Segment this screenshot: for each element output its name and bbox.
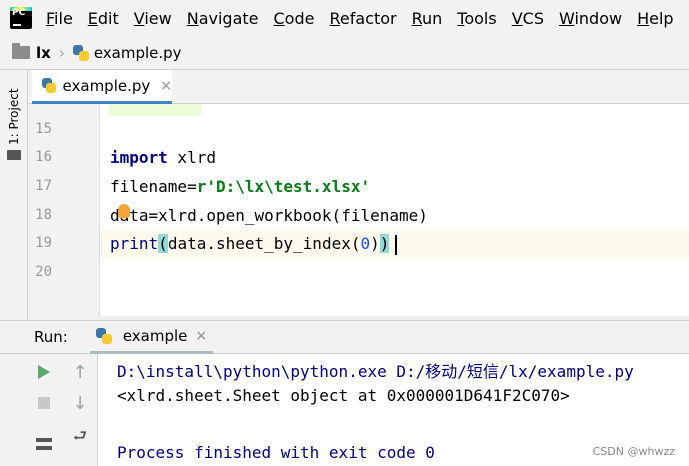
menu-help[interactable]: Help: [637, 9, 673, 28]
pycharm-logo-icon: PC: [10, 7, 32, 29]
console-result-line: <xlrd.sheet.Sheet object at 0x000001D641…: [117, 386, 570, 405]
sheet-by-index-call: data.sheet_by_index(: [167, 234, 361, 253]
soft-wrap-icon[interactable]: ⮐: [68, 426, 92, 450]
print-function: print: [110, 234, 159, 253]
string-literal: r'D:\lx\test.xlsx': [196, 177, 371, 196]
menu-code[interactable]: Code: [274, 9, 315, 28]
line-number: 16: [35, 149, 52, 165]
text-caret: [395, 234, 398, 255]
run-toolbar: ↑ ↓ ⮐: [28, 354, 98, 466]
line-number: 18: [35, 207, 52, 223]
menu-tools[interactable]: Tools: [457, 9, 496, 28]
menu-bar: PC File Edit View Navigate Code Refactor…: [0, 0, 689, 36]
folder-icon: [12, 43, 30, 59]
code-line-19: print(data.sheet_by_index(0)): [101, 230, 689, 258]
code-line-18: data=xlrd.open_workbook(filename): [101, 202, 689, 230]
code-line-17: filename=r'D:\lx\test.xlsx': [101, 173, 689, 201]
breadcrumb-folder[interactable]: lx: [36, 44, 51, 62]
console-command-line: D:\install\python\python.exe D:/移动/短信/lx…: [117, 362, 634, 381]
scroll-up-icon[interactable]: ↑: [68, 360, 92, 384]
python-file-icon: [42, 78, 56, 93]
menu-navigate[interactable]: Navigate: [187, 9, 259, 28]
keyword-import: import: [110, 148, 168, 167]
console-exit-line: Process finished with exit code 0: [117, 443, 435, 462]
watermark: CSDN @whwzz: [592, 445, 675, 458]
line-number-gutter: 15 16 17 18 19 20: [28, 104, 100, 320]
line-number: 15: [35, 121, 52, 137]
variable-filename: filename=: [110, 177, 197, 196]
breadcrumb-file[interactable]: example.py: [94, 44, 182, 62]
project-folder-icon[interactable]: [7, 150, 21, 160]
menu-view[interactable]: View: [134, 9, 172, 28]
module-name: xlrd: [167, 148, 216, 167]
breadcrumb-separator-icon: ›: [58, 43, 65, 62]
menu-vcs[interactable]: VCS: [512, 9, 544, 28]
menu-window[interactable]: Window: [559, 9, 622, 28]
rerun-icon[interactable]: [32, 360, 56, 384]
close-icon[interactable]: ×: [160, 78, 172, 94]
left-tool-strip-bottom: [0, 354, 28, 466]
python-file-icon: [95, 327, 112, 344]
menu-run[interactable]: Run: [412, 9, 443, 28]
menu-edit[interactable]: Edit: [88, 9, 119, 28]
open-workbook-call: data=xlrd.open_workbook(filename): [110, 206, 428, 225]
editor-tab-bar: example.py ×: [28, 70, 689, 104]
run-tab-label: example: [122, 326, 188, 345]
lightbulb-icon[interactable]: [118, 204, 130, 218]
line-number: 19: [35, 235, 52, 251]
menu-file[interactable]: File: [46, 9, 73, 28]
matched-paren-close: ): [379, 234, 390, 253]
run-tab-example[interactable]: example ×: [89, 320, 214, 354]
line-number: 20: [35, 264, 52, 280]
tab-example-py[interactable]: example.py ×: [32, 70, 172, 104]
project-tab-label: 1: Project: [7, 88, 21, 145]
layout-icon[interactable]: [32, 432, 56, 456]
menu-refactor[interactable]: Refactor: [329, 9, 396, 28]
left-tool-strip: 1: Project: [0, 70, 28, 320]
stop-icon[interactable]: [32, 391, 56, 415]
project-tool-tab[interactable]: 1: Project: [2, 78, 26, 150]
run-label: Run:: [34, 328, 68, 346]
folded-region: [109, 104, 201, 116]
scroll-down-icon[interactable]: ↓: [68, 391, 92, 415]
close-icon[interactable]: ×: [195, 328, 207, 344]
run-panel-header: Run: example ×: [0, 320, 689, 354]
python-file-icon: [72, 44, 89, 61]
code-line-16: import xlrd: [101, 144, 689, 172]
number-literal: 0: [360, 234, 371, 253]
inner-close-paren: ): [370, 234, 380, 253]
code-editor[interactable]: 15 16 17 18 19 20 import xlrd filename=r…: [28, 104, 689, 320]
matched-paren-open: (: [158, 234, 168, 253]
tab-label: example.py: [62, 76, 151, 95]
breadcrumb: lx › example.py: [0, 36, 689, 70]
line-number: 17: [35, 178, 52, 194]
code-area[interactable]: import xlrd filename=r'D:\lx\test.xlsx' …: [101, 104, 689, 320]
